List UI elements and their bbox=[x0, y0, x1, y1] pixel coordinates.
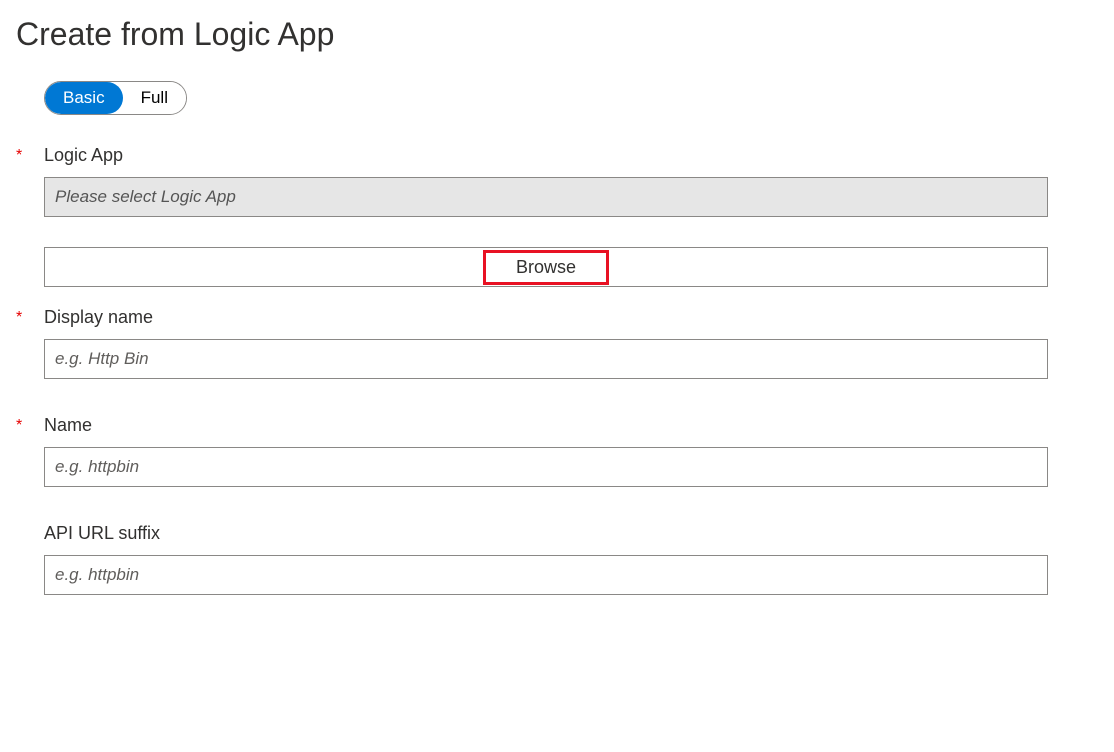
field-api-url-suffix: * API URL suffix bbox=[16, 523, 1098, 595]
toggle-basic[interactable]: Basic bbox=[45, 82, 123, 114]
display-name-label: Display name bbox=[44, 307, 153, 328]
api-url-suffix-label: API URL suffix bbox=[44, 523, 160, 544]
toggle-full[interactable]: Full bbox=[123, 82, 186, 114]
field-name: * Name bbox=[16, 415, 1098, 487]
field-logic-app: * Logic App Please select Logic App Brow… bbox=[16, 145, 1098, 287]
required-indicator: * bbox=[16, 415, 44, 437]
required-indicator: * bbox=[16, 307, 44, 329]
view-toggle: Basic Full bbox=[44, 81, 187, 115]
api-url-suffix-input[interactable] bbox=[44, 555, 1048, 595]
page-title: Create from Logic App bbox=[16, 16, 1098, 53]
required-indicator: * bbox=[16, 145, 44, 167]
display-name-input[interactable] bbox=[44, 339, 1048, 379]
name-input[interactable] bbox=[44, 447, 1048, 487]
field-display-name: * Display name bbox=[16, 307, 1098, 379]
browse-container[interactable]: Browse bbox=[44, 247, 1048, 287]
logic-app-input[interactable]: Please select Logic App bbox=[44, 177, 1048, 217]
name-label: Name bbox=[44, 415, 92, 436]
browse-button[interactable]: Browse bbox=[483, 250, 609, 285]
logic-app-label: Logic App bbox=[44, 145, 123, 166]
